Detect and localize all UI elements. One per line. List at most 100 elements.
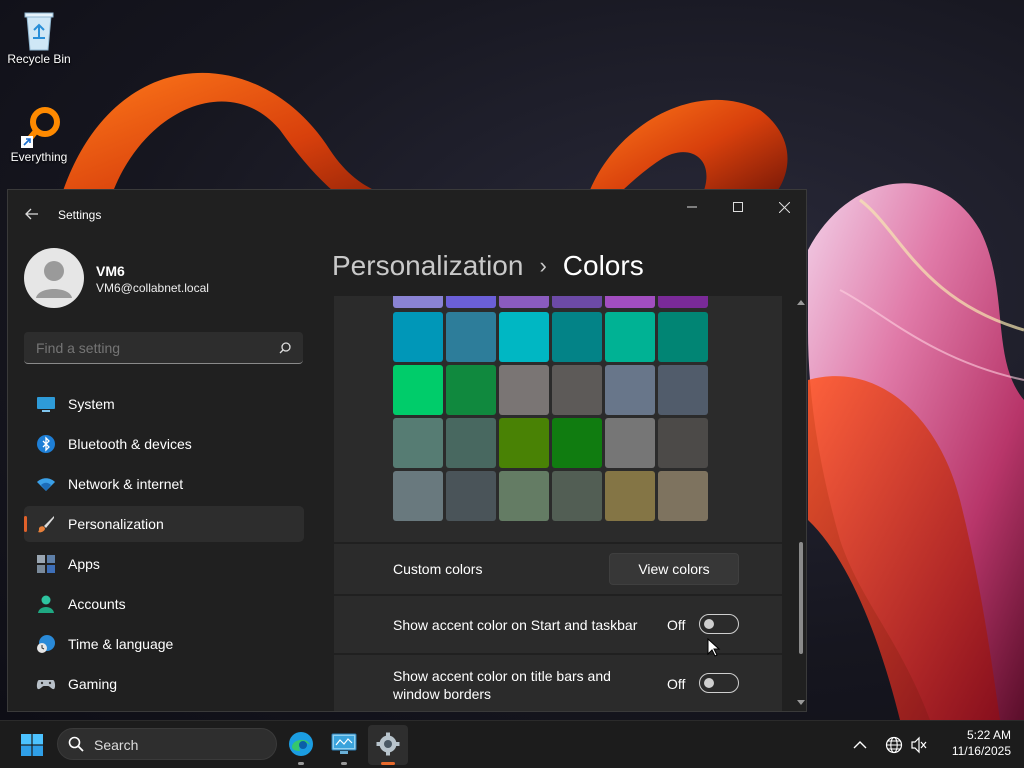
accent-color-swatch[interactable] — [605, 365, 655, 415]
accent-title-bars-row: Show accent color on title bars and wind… — [334, 655, 782, 711]
user-name: VM6 — [96, 263, 125, 279]
taskbar-app-edge[interactable] — [282, 725, 320, 765]
toggle-knob — [704, 678, 714, 688]
sidebar-item-label: Accounts — [68, 596, 126, 612]
sidebar-item-network[interactable]: Network & internet — [24, 466, 304, 502]
desktop-icon-recycle-bin[interactable]: Recycle Bin — [3, 8, 75, 66]
breadcrumb-separator: › — [539, 253, 547, 278]
sidebar-item-gaming[interactable]: Gaming — [24, 666, 304, 702]
user-email: VM6@collabnet.local — [96, 281, 209, 295]
taskbar-search-label: Search — [94, 737, 139, 753]
wifi-icon — [37, 478, 55, 491]
close-icon — [778, 201, 790, 213]
scroll-up-arrow-icon[interactable] — [796, 298, 806, 306]
accent-color-swatch[interactable] — [499, 312, 549, 362]
network-globe-icon[interactable] — [885, 736, 903, 754]
speaker-muted-icon[interactable] — [910, 736, 928, 754]
apps-icon — [37, 555, 55, 573]
sidebar-item-apps[interactable]: Apps — [24, 546, 304, 582]
settings-window: Settings VM6 VM6@collabnet.local Find a … — [7, 189, 807, 712]
search-icon — [68, 736, 84, 752]
scrollbar-thumb[interactable] — [799, 542, 803, 654]
toggle-state-label: Off — [667, 617, 686, 633]
accent-color-swatch[interactable] — [552, 312, 602, 362]
accent-color-swatch[interactable] — [393, 312, 443, 362]
accent-color-swatch[interactable] — [499, 296, 549, 308]
accent-color-swatch[interactable] — [499, 418, 549, 468]
accent-color-swatch[interactable] — [658, 365, 708, 415]
sidebar-item-accounts[interactable]: Accounts — [24, 586, 304, 622]
mouse-cursor-icon — [707, 638, 721, 657]
accent-color-swatch[interactable] — [658, 418, 708, 468]
accent-color-swatch[interactable] — [552, 418, 602, 468]
maximize-button[interactable] — [715, 190, 761, 224]
accent-color-swatch[interactable] — [393, 296, 443, 308]
toggle-knob — [704, 619, 714, 629]
edge-browser-icon — [289, 732, 313, 756]
breadcrumb-parent[interactable]: Personalization — [332, 250, 523, 282]
accent-color-swatch[interactable] — [393, 418, 443, 468]
accent-color-swatch[interactable] — [499, 471, 549, 521]
minimize-icon — [687, 206, 697, 208]
accent-color-swatch[interactable] — [658, 312, 708, 362]
accent-color-swatch[interactable] — [499, 365, 549, 415]
accent-color-swatch[interactable] — [552, 471, 602, 521]
search-box[interactable] — [24, 332, 303, 364]
person-icon — [38, 595, 54, 613]
sidebar-item-system[interactable]: System — [24, 386, 304, 422]
maximize-icon — [733, 202, 743, 212]
windows-logo-icon — [21, 734, 43, 756]
desktop-icon-everything[interactable]: Everything — [3, 106, 75, 164]
scrollbar[interactable] — [796, 296, 806, 711]
show-hidden-icons-button[interactable] — [850, 735, 870, 755]
user-profile[interactable]: VM6 VM6@collabnet.local — [24, 248, 304, 308]
accent-color-swatch[interactable] — [605, 471, 655, 521]
search-input[interactable] — [34, 338, 268, 358]
clock-time: 5:22 AM — [966, 728, 1011, 742]
accent-color-swatch[interactable] — [393, 471, 443, 521]
custom-colors-row: Custom colors View colors — [334, 544, 782, 594]
setting-label: Show accent color on Start and taskbar — [393, 617, 638, 633]
accent-title-bars-toggle[interactable] — [699, 673, 739, 693]
view-colors-button[interactable]: View colors — [609, 553, 739, 585]
accent-color-swatch[interactable] — [446, 296, 496, 308]
everything-search-icon — [19, 106, 60, 148]
selection-indicator — [24, 516, 27, 532]
accent-color-swatch[interactable] — [393, 365, 443, 415]
scroll-down-arrow-icon[interactable] — [796, 699, 806, 707]
taskbar-app-control-panel[interactable] — [325, 725, 363, 765]
accent-color-swatch[interactable] — [605, 312, 655, 362]
accent-color-swatch[interactable] — [446, 365, 496, 415]
desktop-icon-label: Recycle Bin — [7, 52, 71, 66]
start-button[interactable] — [12, 727, 52, 763]
accent-color-swatch[interactable] — [446, 471, 496, 521]
recycle-bin-icon — [19, 8, 59, 51]
accent-color-swatch[interactable] — [552, 365, 602, 415]
accent-color-swatch[interactable] — [605, 296, 655, 308]
person-silhouette-icon — [36, 261, 72, 298]
sidebar-item-bluetooth[interactable]: Bluetooth & devices — [24, 426, 304, 462]
clock[interactable]: 5:22 AM 11/16/2025 — [935, 727, 1011, 761]
accent-color-swatch[interactable] — [446, 418, 496, 468]
sidebar-item-time-language[interactable]: Time & language — [24, 626, 304, 662]
page-header: Personalization › Colors — [332, 246, 644, 286]
accent-color-swatch[interactable] — [658, 296, 708, 308]
close-button[interactable] — [761, 190, 806, 224]
taskbar: Search 5:22 AM 11/16/2025 — [0, 720, 1024, 768]
back-button[interactable] — [20, 202, 44, 226]
accent-color-swatch[interactable] — [552, 296, 602, 308]
accent-start-taskbar-toggle[interactable] — [699, 614, 739, 634]
accent-color-swatch[interactable] — [605, 418, 655, 468]
accent-color-swatch[interactable] — [658, 471, 708, 521]
desktop-icon-label: Everything — [10, 150, 68, 164]
taskbar-app-settings[interactable] — [368, 725, 408, 765]
sidebar-item-label: System — [68, 396, 115, 412]
accent-color-palette-card — [334, 296, 782, 542]
toggle-state-label: Off — [667, 676, 686, 692]
minimize-button[interactable] — [669, 190, 715, 224]
setting-label: Show accent color on title bars and wind… — [393, 668, 611, 702]
accent-color-swatch[interactable] — [446, 312, 496, 362]
sidebar-item-personalization[interactable]: Personalization — [24, 506, 304, 542]
bluetooth-icon — [37, 435, 55, 453]
taskbar-search-box[interactable]: Search — [57, 728, 277, 760]
